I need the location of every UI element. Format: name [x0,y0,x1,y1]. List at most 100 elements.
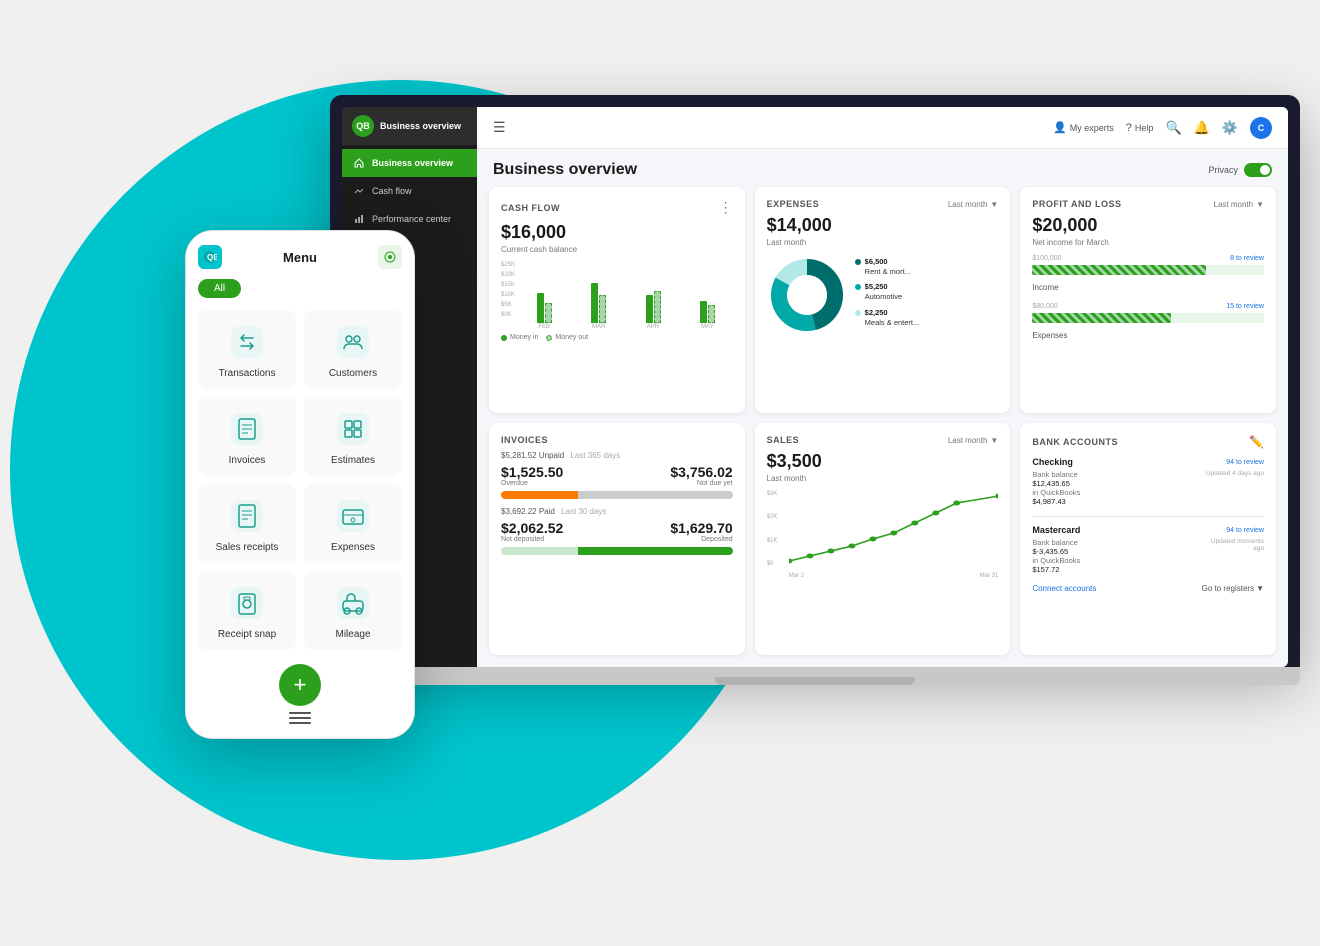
phone-hamburger-icon[interactable] [289,712,311,724]
laptop-device: QB Business overview Business overview [330,95,1300,685]
legend-money-in: Money in [510,334,538,341]
customers-label: Customers [329,368,377,379]
my-experts-button[interactable]: 👤 My experts [1053,121,1114,134]
customers-icon [335,324,371,360]
bank-mastercard-account: Mastercard 94 to review Bank balance $-3 [1032,525,1264,574]
sidebar-item-label: Performance center [372,214,451,224]
help-icon: ? [1126,122,1132,134]
receipt-snap-label: Receipt snap [218,629,276,640]
phone-menu-estimates[interactable]: Estimates [304,397,402,476]
checking-review[interactable]: 94 to review [1226,459,1264,466]
pnl-expenses-scale: $80,000 [1032,303,1057,310]
invoices-bar-paid [501,547,733,555]
invoices-notdue-amount: $3,756.02 [670,464,732,480]
cash-flow-menu[interactable]: ⋮ [719,199,733,216]
pencil-icon[interactable]: ✏️ [1249,435,1264,449]
checking-bank-balance: $12,435.65 [1032,479,1070,488]
phone-menu-icon[interactable] [378,245,402,269]
checking-bank-balance-label: Bank balance [1032,470,1077,479]
pnl-rows: $100,000 8 to review Income [1032,255,1264,343]
expenses-card: EXPENSES Last month ▼ $14,000 Last month [755,187,1011,413]
bell-icon[interactable]: 🔔 [1194,120,1210,136]
sidebar-logo-area: QB Business overview [342,107,477,145]
sales-title: SALES [767,435,800,445]
expenses-grid-icon [335,498,371,534]
search-icon[interactable]: 🔍 [1165,120,1181,136]
svg-text:QB: QB [207,253,217,262]
pnl-income-scale: $100,000 [1032,255,1061,262]
main-content: ☰ 👤 My experts ? Help 🔍 🔔 ⚙️ [477,107,1288,667]
phone-menu-receipt-snap[interactable]: Receipt snap [198,571,296,650]
sidebar-item-business-overview[interactable]: Business overview [342,149,477,177]
hamburger-menu-button[interactable]: ☰ [493,119,506,136]
transactions-label: Transactions [219,368,276,379]
filter-all-button[interactable]: All [198,279,241,298]
invoices-icon [229,411,265,447]
chevron-down-icon: ▼ [1256,584,1264,593]
go-to-registers-button[interactable]: Go to registers ▼ [1202,584,1264,593]
invoices-overdue-label: Overdue [501,480,563,487]
expenses-period-selector[interactable]: Last month ▼ [948,200,999,209]
pnl-income-row: $100,000 8 to review Income [1032,255,1264,295]
expenses-period: Last month [948,200,988,209]
mastercard-bank-balance: $-3,435.65 [1032,547,1068,556]
user-avatar[interactable]: C [1250,117,1272,139]
privacy-label: Privacy [1208,165,1238,175]
gear-icon[interactable]: ⚙️ [1222,120,1238,136]
invoices-paid-label: $3,692.22 Paid [501,507,555,516]
pnl-expenses-review[interactable]: 15 to review [1226,303,1264,310]
invoices-deposited-label: Deposited [670,536,732,543]
expenses-content: $6,500 Rent & mort... $5,250 Automotive [767,255,999,335]
expenses-grid-label: Expenses [331,542,375,553]
mileage-label: Mileage [335,629,370,640]
pnl-sublabel: Net income for March [1032,238,1264,247]
my-experts-label: My experts [1070,123,1114,133]
pnl-period-selector[interactable]: Last month ▼ [1214,200,1265,209]
invoices-notdeposited-label: Not deposited [501,536,563,543]
mileage-icon [335,585,371,621]
laptop-base [330,667,1300,685]
sidebar-item-performance[interactable]: Performance center [342,205,477,233]
sidebar-item-cash-flow[interactable]: Cash flow [342,177,477,205]
mastercard-review[interactable]: 94 to review [1226,527,1264,534]
invoices-deposited-amount: $1,629.70 [670,520,732,536]
sales-period: Last month [948,436,988,445]
phone-app-logo: QB [198,245,222,269]
phone-menu-invoices[interactable]: Invoices [198,397,296,476]
pnl-income-review[interactable]: 8 to review [1230,255,1264,262]
sales-receipts-icon [229,498,265,534]
invoices-notdue-label: Not due yet [670,480,732,487]
phone-menu-expenses[interactable]: Expenses [304,484,402,563]
phone-filter-bar: All [198,279,402,298]
pnl-title: PROFIT AND LOSS [1032,199,1121,209]
checking-qb-balance: $4,987.43 [1032,497,1065,506]
phone-menu-transactions[interactable]: Transactions [198,310,296,389]
phone-title: Menu [222,250,378,265]
expenses-amount: $14,000 [767,215,999,236]
sidebar-app-title: Business overview [380,121,461,131]
sales-period-selector[interactable]: Last month ▼ [948,436,999,445]
phone-body: QB Menu All [185,230,415,739]
help-button[interactable]: ? Help [1126,122,1154,134]
phone-menu-customers[interactable]: Customers [304,310,402,389]
phone-menu-mileage[interactable]: Mileage [304,571,402,650]
cash-flow-sublabel: Current cash balance [501,245,733,254]
invoices-bar-unpaid [501,491,733,499]
expenses-donut [767,255,847,335]
phone-menu-sales-receipts[interactable]: Sales receipts [198,484,296,563]
help-label: Help [1135,123,1154,133]
phone-fab-button[interactable]: + [279,664,321,706]
invoices-card: INVOICES $5,281.52 Unpaid Last 365 days … [489,423,745,655]
privacy-toggle[interactable]: Privacy [1208,163,1272,177]
checking-name: Checking [1032,457,1073,467]
invoices-unpaid-period: Last 365 days [570,451,620,460]
transactions-icon [229,324,265,360]
cash-flow-card: CASH FLOW ⋮ $16,000 Current cash balance… [489,187,745,413]
chevron-down-icon: ▼ [990,436,998,445]
sales-chart-svg [789,491,999,566]
privacy-switch[interactable] [1244,163,1272,177]
mastercard-name: Mastercard [1032,525,1080,535]
checking-qb-label: in QuickBooks [1032,488,1080,497]
sales-sublabel: Last month [767,474,999,483]
connect-accounts-link[interactable]: Connect accounts [1032,584,1096,593]
